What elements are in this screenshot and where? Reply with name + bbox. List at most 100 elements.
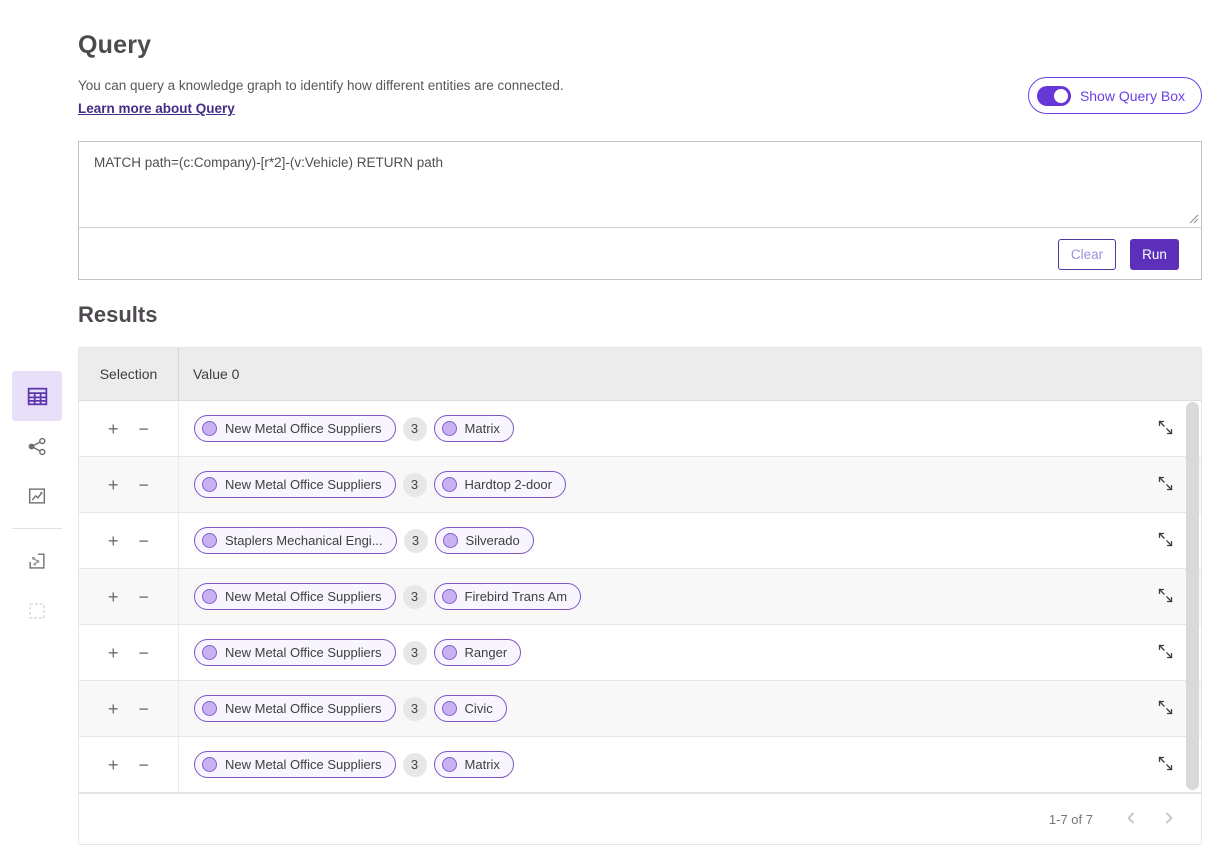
add-selection-button[interactable]: + (106, 588, 121, 606)
table-footer: 1-7 of 7 (79, 793, 1201, 844)
expand-icon (1157, 475, 1174, 492)
entity-node-icon (202, 477, 217, 492)
column-header-selection: Selection (79, 348, 179, 400)
target-entity-label: Firebird Trans Am (465, 589, 568, 604)
target-entity-pill[interactable]: Ranger (434, 639, 522, 666)
run-button[interactable]: Run (1130, 239, 1179, 270)
entity-node-icon (202, 645, 217, 660)
expand-row-button[interactable] (1155, 641, 1176, 665)
vertical-scrollbar[interactable] (1186, 402, 1199, 790)
target-entity-label: Hardtop 2-door (465, 477, 552, 492)
toggle-switch-icon[interactable] (1037, 86, 1071, 106)
expand-icon (1157, 587, 1174, 604)
source-entity-pill[interactable]: New Metal Office Suppliers (194, 415, 396, 442)
target-entity-pill[interactable]: Matrix (434, 751, 514, 778)
resize-handle-icon[interactable] (1188, 213, 1199, 224)
entity-node-icon (202, 589, 217, 604)
row-value-cell: New Metal Office Suppliers 3 Matrix (179, 415, 1129, 442)
sidebar-divider (12, 528, 62, 529)
add-selection-button[interactable]: + (106, 756, 121, 774)
target-entity-pill[interactable]: Matrix (434, 415, 514, 442)
remove-selection-button[interactable]: − (137, 420, 152, 438)
expand-row-button[interactable] (1155, 529, 1176, 553)
query-input[interactable]: MATCH path=(c:Company)-[r*2]-(v:Vehicle)… (79, 142, 1201, 227)
remove-selection-button[interactable]: − (137, 644, 152, 662)
expand-row-button[interactable] (1155, 753, 1176, 777)
expand-row-button[interactable] (1155, 697, 1176, 721)
chevron-right-icon (1159, 808, 1179, 828)
entity-node-icon (442, 645, 457, 660)
target-entity-pill[interactable]: Firebird Trans Am (434, 583, 582, 610)
entity-node-icon (202, 533, 217, 548)
table-row: + − New Metal Office Suppliers 3 Firebir… (79, 569, 1201, 625)
target-entity-pill[interactable]: Civic (434, 695, 507, 722)
row-selection-cell: + − (79, 625, 179, 680)
source-entity-pill[interactable]: New Metal Office Suppliers (194, 583, 396, 610)
expand-icon (1157, 755, 1174, 772)
entity-node-icon (442, 421, 457, 436)
source-entity-pill[interactable]: New Metal Office Suppliers (194, 695, 396, 722)
source-entity-label: Staplers Mechanical Engi... (225, 533, 383, 548)
previous-page-button[interactable] (1119, 806, 1143, 833)
add-selection-button[interactable]: + (106, 420, 121, 438)
toggle-label: Show Query Box (1080, 88, 1185, 104)
source-entity-pill[interactable]: New Metal Office Suppliers (194, 471, 396, 498)
entity-node-icon (442, 477, 457, 492)
view-switcher-sidebar (12, 371, 62, 636)
show-query-box-toggle[interactable]: Show Query Box (1028, 77, 1202, 114)
row-value-cell: New Metal Office Suppliers 3 Firebird Tr… (179, 583, 1129, 610)
clear-button[interactable]: Clear (1058, 239, 1116, 270)
expand-row-button[interactable] (1155, 417, 1176, 441)
add-selection-button[interactable]: + (106, 532, 121, 550)
target-entity-label: Silverado (466, 533, 520, 548)
row-selection-cell: + − (79, 401, 179, 456)
sidebar-item-chart-view[interactable] (12, 471, 62, 521)
query-textarea-wrap: MATCH path=(c:Company)-[r*2]-(v:Vehicle)… (79, 142, 1201, 228)
remove-selection-button[interactable]: − (137, 476, 152, 494)
add-selection-button[interactable]: + (106, 644, 121, 662)
source-entity-pill[interactable]: Staplers Mechanical Engi... (194, 527, 397, 554)
table-row: + − New Metal Office Suppliers 3 Matrix (79, 737, 1201, 793)
expand-row-button[interactable] (1155, 473, 1176, 497)
remove-selection-button[interactable]: − (137, 756, 152, 774)
next-page-button[interactable] (1157, 806, 1181, 833)
remove-selection-button[interactable]: − (137, 700, 152, 718)
query-panel: MATCH path=(c:Company)-[r*2]-(v:Vehicle)… (78, 141, 1202, 280)
hop-count-badge: 3 (403, 417, 427, 441)
entity-node-icon (202, 757, 217, 772)
row-value-cell: Staplers Mechanical Engi... 3 Silverado (179, 527, 1129, 554)
remove-selection-button[interactable]: − (137, 532, 152, 550)
sidebar-item-saved-exploration[interactable] (12, 536, 62, 586)
column-header-value0: Value 0 (179, 366, 1201, 382)
sidebar-item-table-view[interactable] (12, 371, 62, 421)
target-entity-pill[interactable]: Hardtop 2-door (434, 471, 566, 498)
query-footer: Clear Run (79, 228, 1201, 280)
expand-icon (1157, 531, 1174, 548)
sidebar-item-graph-view[interactable] (12, 421, 62, 471)
source-entity-pill[interactable]: New Metal Office Suppliers (194, 751, 396, 778)
source-entity-pill[interactable]: New Metal Office Suppliers (194, 639, 396, 666)
expand-row-button[interactable] (1155, 585, 1176, 609)
hop-count-badge: 3 (404, 529, 428, 553)
hop-count-badge: 3 (403, 697, 427, 721)
table-row: + − New Metal Office Suppliers 3 Civic (79, 681, 1201, 737)
row-value-cell: New Metal Office Suppliers 3 Ranger (179, 639, 1129, 666)
page-title: Query (78, 31, 151, 60)
add-selection-button[interactable]: + (106, 700, 121, 718)
target-entity-pill[interactable]: Silverado (435, 527, 534, 554)
remove-selection-button[interactable]: − (137, 588, 152, 606)
source-entity-label: New Metal Office Suppliers (225, 757, 382, 772)
row-selection-cell: + − (79, 513, 179, 568)
target-entity-label: Matrix (465, 757, 500, 772)
entity-node-icon (442, 701, 457, 716)
graph-view-icon (26, 435, 49, 458)
add-selection-button[interactable]: + (106, 476, 121, 494)
saved-exploration-icon (26, 550, 48, 572)
expand-icon (1157, 643, 1174, 660)
dashed-square-icon (26, 600, 48, 622)
row-value-cell: New Metal Office Suppliers 3 Matrix (179, 751, 1129, 778)
entity-node-icon (202, 701, 217, 716)
chart-view-icon (26, 485, 48, 507)
learn-more-link[interactable]: Learn more about Query (78, 101, 235, 116)
table-header: Selection Value 0 (79, 348, 1201, 401)
